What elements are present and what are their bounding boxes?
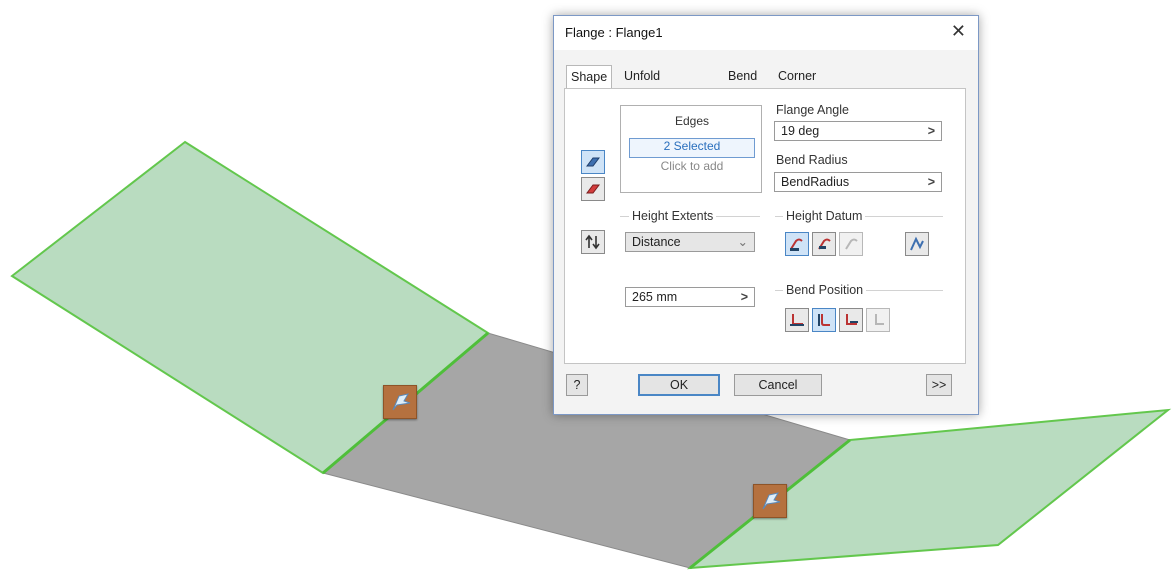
flip-direction-icon — [585, 234, 600, 250]
dialog-titlebar[interactable]: Flange : Flange1 ✕ — [554, 16, 978, 50]
datum-button-1[interactable] — [785, 232, 809, 256]
more-options-button[interactable]: >> — [926, 374, 952, 396]
bend-position-button-2[interactable] — [812, 308, 836, 332]
edge-remove-button[interactable] — [581, 177, 605, 201]
edges-click-to-add[interactable]: Click to add — [629, 159, 755, 177]
bend-outside-icon — [818, 314, 830, 326]
flange-direction-glyph-icon[interactable] — [753, 484, 787, 518]
height-distance-field[interactable]: 265 mm > — [625, 287, 755, 307]
flange-angle-value: 19 deg — [781, 124, 820, 138]
height-extents-type-select[interactable]: Distance ⌄ — [625, 232, 755, 252]
bend-radius-label: Bend Radius — [776, 153, 848, 167]
datum-button-3[interactable] — [839, 232, 863, 256]
tab-unfold-options[interactable]: Unfold Options — [620, 65, 671, 105]
flange-angle-label: Flange Angle — [776, 103, 849, 117]
edge-remove-icon — [586, 184, 600, 194]
bend-position-label: Bend Position — [783, 283, 867, 297]
height-extents-label: Height Extents — [629, 209, 717, 223]
flip-direction-button[interactable] — [581, 230, 605, 254]
bend-adjacent-icon — [846, 314, 858, 325]
edges-selected-item[interactable]: 2 Selected — [629, 138, 755, 158]
height-distance-value: 265 mm — [632, 290, 678, 304]
bend-position-button-1[interactable] — [785, 308, 809, 332]
height-datum-label: Height Datum — [783, 209, 866, 223]
chevron-down-icon: ⌄ — [737, 235, 748, 249]
tab-shape[interactable]: Shape — [566, 65, 613, 90]
datum-tangent-icon — [845, 238, 858, 250]
bend-tangent-icon — [875, 314, 884, 325]
datum-button-2[interactable] — [812, 232, 836, 256]
flange-angle-field[interactable]: 19 deg > — [774, 121, 942, 141]
cancel-button[interactable]: Cancel — [734, 374, 822, 396]
edge-select-button[interactable] — [581, 150, 605, 174]
ok-button[interactable]: OK — [638, 374, 720, 396]
flange-angle-arrow-icon[interactable]: > — [928, 122, 935, 140]
height-distance-arrow-icon[interactable]: > — [741, 288, 748, 306]
datum-aligned-icon — [910, 236, 924, 251]
bend-position-button-4[interactable] — [866, 308, 890, 332]
datum-outer-icon — [790, 238, 803, 251]
flange-dialog: Flange : Flange1 ✕ Shape Unfold Options … — [553, 15, 979, 415]
flange-direction-glyph-icon[interactable] — [383, 385, 417, 419]
help-icon: ? — [573, 378, 581, 392]
datum-aligned-button[interactable] — [905, 232, 929, 256]
bend-inside-icon — [790, 314, 804, 326]
edge-select-icon — [586, 157, 600, 167]
close-icon[interactable]: ✕ — [951, 21, 966, 42]
bend-radius-field[interactable]: BendRadius > — [774, 172, 942, 192]
bend-radius-arrow-icon[interactable]: > — [928, 173, 935, 191]
tab-bend[interactable]: Bend — [724, 65, 761, 87]
edges-selector[interactable]: Edges 2 Selected Click to add — [620, 105, 762, 193]
dialog-title: Flange : Flange1 — [565, 25, 663, 40]
datum-inner-icon — [818, 238, 831, 250]
tab-corner[interactable]: Corner — [774, 65, 820, 87]
help-button[interactable]: ? — [566, 374, 588, 396]
edges-header: Edges — [674, 114, 710, 128]
shape-tab-panel: Edges 2 Selected Click to add Flange Ang… — [564, 88, 966, 364]
bend-radius-value: BendRadius — [781, 175, 850, 189]
bend-position-button-3[interactable] — [839, 308, 863, 332]
height-extents-type-value: Distance — [632, 235, 681, 249]
